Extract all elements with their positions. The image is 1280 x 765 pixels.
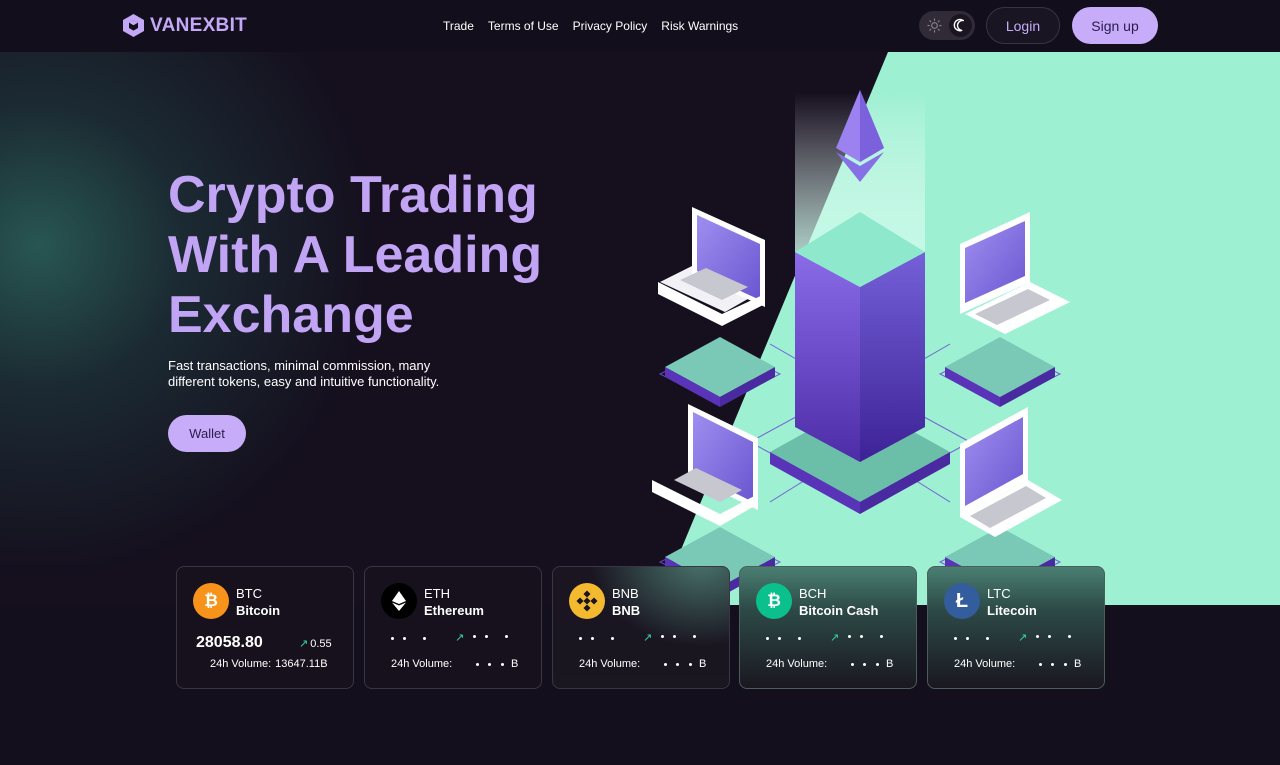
hero-subtitle: Fast transactions, minimal commission, m… <box>168 358 440 389</box>
volume-value: 13647.11B <box>275 658 328 670</box>
brand-name: VANEXBIT <box>150 14 248 36</box>
laptop-bottom-right <box>945 407 1062 592</box>
coin-volume: 24h Volume: B <box>954 658 1094 672</box>
bitcoin-icon: ₿ <box>193 583 229 619</box>
coin-symbol: ETH <box>424 586 450 601</box>
volume-unit: B <box>1074 658 1082 670</box>
coin-volume: 24h Volume: 13647.11B <box>210 658 328 670</box>
coin-change: ↗ 0.55 <box>299 637 332 651</box>
coin-symbol: BTC <box>236 586 262 601</box>
ticker-card-ltc[interactable]: Ł LTC Litecoin ↗ 24h Volume: B <box>927 566 1105 689</box>
volume-unit: B <box>699 658 707 670</box>
hero-title-line: With A Leading <box>168 226 543 284</box>
top-nav-bar: VANEXBIT Trade Terms of Use Privacy Poli… <box>0 0 1280 52</box>
arrow-up-right-icon: ↗ <box>830 632 840 644</box>
litecoin-icon: Ł <box>944 583 980 619</box>
laptop-bottom-left <box>652 404 775 592</box>
arrow-up-right-icon: ↗ <box>1018 632 1028 644</box>
coin-symbol: LTC <box>987 586 1011 601</box>
hero-title: Crypto Trading With A Leading Exchange <box>168 165 588 345</box>
volume-label: 24h Volume: <box>210 658 272 670</box>
brand-logo[interactable]: VANEXBIT <box>123 14 247 37</box>
coin-volume: 24h Volume: B <box>579 658 719 672</box>
nav-risk-warnings[interactable]: Risk Warnings <box>661 19 738 33</box>
coin-volume: 24h Volume: B <box>766 658 906 672</box>
ticker-card-eth[interactable]: ETH Ethereum ↗ 24h Volume: B <box>364 566 542 689</box>
bnb-icon <box>569 583 605 619</box>
loading-dots: ↗ <box>391 632 521 645</box>
coin-name: Ethereum <box>424 603 484 618</box>
coin-symbol: BNB <box>612 586 639 601</box>
nav-privacy-policy[interactable]: Privacy Policy <box>573 19 648 33</box>
nav-terms-of-use[interactable]: Terms of Use <box>488 19 559 33</box>
sun-icon <box>927 18 942 33</box>
loading-dots: ↗ <box>766 632 896 645</box>
arrow-up-right-icon: ↗ <box>643 632 653 644</box>
hero-title-line: Exchange <box>168 286 414 344</box>
volume-label: 24h Volume: <box>954 658 1016 670</box>
ticker-card-bch[interactable]: ₿ BCH Bitcoin Cash ↗ 24h Volume: B <box>739 566 917 689</box>
coin-name: BNB <box>612 603 641 618</box>
nav-trade[interactable]: Trade <box>443 19 474 33</box>
coin-change-value: 0.55 <box>310 637 332 650</box>
volume-label: 24h Volume: <box>579 658 641 670</box>
cube-logo-icon <box>123 14 144 37</box>
volume-label: 24h Volume: <box>391 658 453 670</box>
loading-dots: ↗ <box>579 632 709 645</box>
login-button[interactable]: Login <box>986 7 1060 44</box>
arrow-up-right-icon: ↗ <box>299 638 309 650</box>
volume-unit: B <box>511 658 519 670</box>
moon-icon <box>953 18 965 32</box>
volume-unit: B <box>886 658 894 670</box>
loading-dots: ↗ <box>954 632 1084 645</box>
wallet-button[interactable]: Wallet <box>168 415 246 452</box>
ethereum-icon <box>381 583 417 619</box>
coin-name: Bitcoin Cash <box>799 603 879 618</box>
theme-toggle-knob <box>949 14 972 37</box>
bitcoin-cash-icon: ₿ <box>756 583 792 619</box>
arrow-up-right-icon: ↗ <box>455 632 465 644</box>
hero-title-line: Crypto Trading <box>168 166 538 224</box>
coin-price: 28058.80 <box>196 634 263 651</box>
coin-volume: 24h Volume: B <box>391 658 531 672</box>
laptop-top-left <box>658 207 775 407</box>
coin-symbol: BCH <box>799 586 827 601</box>
laptop-top-right <box>945 212 1070 407</box>
ticker-card-bnb[interactable]: BNB BNB ↗ 24h Volume: B <box>552 566 730 689</box>
coin-name: Litecoin <box>987 603 1037 618</box>
volume-label: 24h Volume: <box>766 658 828 670</box>
signup-button[interactable]: Sign up <box>1072 7 1158 44</box>
hero-section: Crypto Trading With A Leading Exchange F… <box>0 52 1280 605</box>
main-nav: Trade Terms of Use Privacy Policy Risk W… <box>443 19 738 33</box>
theme-toggle[interactable] <box>919 11 975 40</box>
ticker-card-btc[interactable]: ₿ BTC Bitcoin 28058.80 ↗ 0.55 24h Volume… <box>176 566 354 689</box>
blockchain-network-illustration <box>652 90 1070 592</box>
coin-name: Bitcoin <box>236 603 281 618</box>
